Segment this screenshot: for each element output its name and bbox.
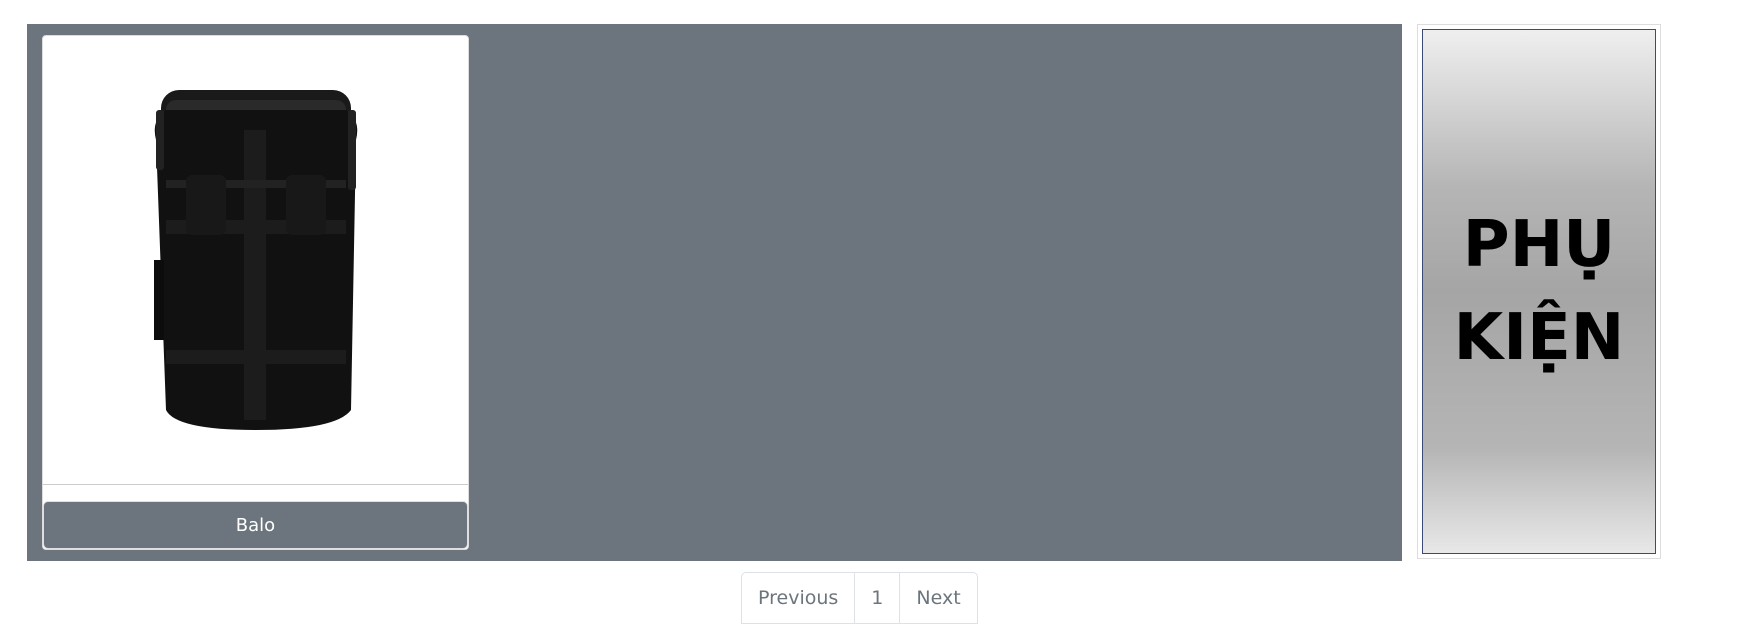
banner-line-2: KIỆN: [1453, 300, 1625, 375]
pagination-previous[interactable]: Previous: [742, 573, 856, 623]
banner-line-1: PHỤ: [1462, 207, 1616, 282]
accessories-banner[interactable]: PHỤ KIỆN: [1417, 24, 1661, 559]
product-button-balo[interactable]: Balo: [43, 501, 468, 549]
product-panel: Balo: [27, 24, 1402, 561]
pagination-page-1[interactable]: 1: [855, 573, 901, 623]
pagination-next[interactable]: Next: [900, 573, 976, 623]
backpack-icon: [153, 90, 357, 430]
banner-image: PHỤ KIỆN: [1422, 29, 1656, 554]
product-card[interactable]: Balo: [42, 35, 469, 550]
pagination: Previous 1 Next: [741, 572, 978, 624]
banner-text: PHỤ KIỆN: [1454, 199, 1625, 385]
product-image[interactable]: [43, 36, 468, 485]
